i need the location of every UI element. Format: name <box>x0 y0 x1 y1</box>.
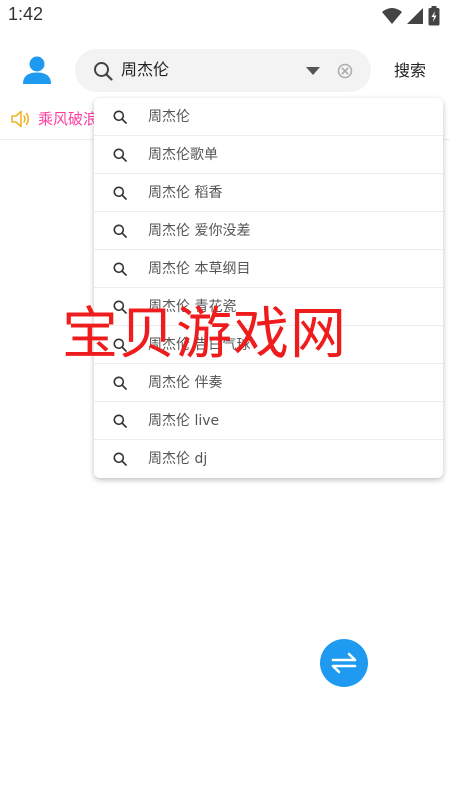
battery-icon <box>428 6 440 26</box>
search-icon <box>113 262 127 276</box>
suggestion-item[interactable]: 周杰伦歌单 <box>94 136 443 174</box>
clear-icon[interactable] <box>337 63 353 79</box>
status-time: 1:42 <box>8 4 44 24</box>
suggestion-label: 周杰伦 稻香 <box>148 185 223 201</box>
search-icon <box>113 186 127 200</box>
suggestion-label: 周杰伦歌单 <box>148 147 218 163</box>
suggestion-item[interactable]: 周杰伦 live <box>94 402 443 440</box>
user-icon[interactable] <box>22 55 52 85</box>
search-icon <box>113 414 127 428</box>
search-input[interactable]: 周杰伦 <box>121 59 169 81</box>
search-icon <box>113 376 127 390</box>
search-icon <box>94 62 113 81</box>
swap-icon <box>331 652 357 674</box>
suggestion-label: 周杰伦 本草纲目 <box>148 261 251 277</box>
suggestion-item[interactable]: 周杰伦 本草纲目 <box>94 250 443 288</box>
suggestion-label: 周杰伦 爱你没差 <box>148 223 251 239</box>
search-icon <box>113 110 127 124</box>
search-suggestions: 周杰伦 周杰伦歌单 周杰伦 稻香 周杰伦 爱你没差 周杰伦 本草纲目 周杰伦 青… <box>94 98 443 478</box>
suggestion-item[interactable]: 周杰伦 爱你没差 <box>94 212 443 250</box>
speaker-icon <box>11 110 30 128</box>
signal-icon <box>407 8 423 24</box>
suggestion-item[interactable]: 周杰伦 <box>94 98 443 136</box>
suggestion-label: 周杰伦 dj <box>148 451 208 467</box>
status-icons <box>382 6 440 26</box>
announcement-text: 乘风破浪 <box>38 110 99 128</box>
suggestion-label: 周杰伦 伴奏 <box>148 375 223 391</box>
chevron-down-icon[interactable] <box>305 65 321 77</box>
search-icon <box>113 148 127 162</box>
wifi-icon <box>382 8 402 24</box>
suggestion-label: 周杰伦 live <box>148 413 220 429</box>
search-box[interactable]: 周杰伦 <box>75 49 371 92</box>
swap-button[interactable] <box>320 639 368 687</box>
suggestion-item[interactable]: 周杰伦 dj <box>94 440 443 478</box>
watermark: 宝贝游戏网 <box>62 302 347 367</box>
app-screen: 1:42 周杰伦 搜索 乘风破浪 周杰伦 周杰伦歌单 周杰伦 稻香 周杰伦 爱你… <box>0 0 450 800</box>
search-icon <box>113 224 127 238</box>
suggestion-item[interactable]: 周杰伦 稻香 <box>94 174 443 212</box>
status-bar: 1:42 <box>0 0 450 32</box>
search-icon <box>113 452 127 466</box>
search-button[interactable]: 搜索 <box>384 58 436 84</box>
suggestion-label: 周杰伦 <box>148 109 190 125</box>
